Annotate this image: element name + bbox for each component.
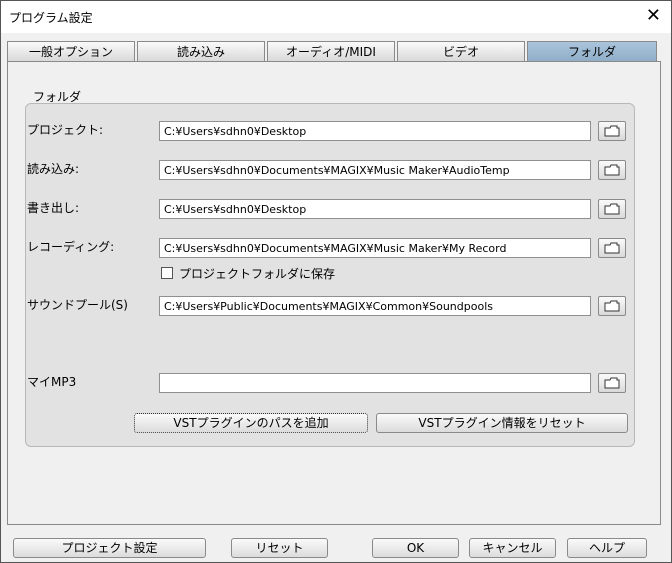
import-folder-label: 読み込み: <box>27 162 80 176</box>
help-button[interactable]: ヘルプ <box>567 538 647 558</box>
my-mp3-folder-label: マイMP3 <box>27 375 77 389</box>
folder-icon <box>604 300 620 312</box>
folder-icon <box>604 125 620 137</box>
save-in-project-folder-checkbox[interactable] <box>161 267 173 279</box>
recording-folder-label: レコーディング: <box>27 240 115 254</box>
import-folder-browse-button[interactable] <box>598 160 626 180</box>
tab-video[interactable]: ビデオ <box>397 41 525 61</box>
import-folder-field[interactable]: C:¥Users¥sdhn0¥Documents¥MAGIX¥Music Mak… <box>159 160 591 180</box>
add-vst-plugin-path-button[interactable]: VSTプラグインのパスを追加 <box>134 413 368 433</box>
tab-audio-midi[interactable]: オーディオ/MIDI <box>267 41 395 61</box>
soundpool-folder-browse-button[interactable] <box>598 296 626 316</box>
cancel-button[interactable]: キャンセル <box>469 538 556 558</box>
save-in-project-folder-label[interactable]: プロジェクトフォルダに保存 <box>179 265 335 282</box>
recording-folder-browse-button[interactable] <box>598 238 626 258</box>
export-folder-field[interactable]: C:¥Users¥sdhn0¥Desktop <box>159 199 591 219</box>
recording-folder-field[interactable]: C:¥Users¥sdhn0¥Documents¥MAGIX¥Music Mak… <box>159 238 591 258</box>
project-folder-label: プロジェクト: <box>27 123 104 137</box>
soundpool-folder-label: サウンドプール(S) <box>27 298 128 312</box>
project-folder-field[interactable]: C:¥Users¥sdhn0¥Desktop <box>159 121 591 141</box>
folder-icon <box>604 164 620 176</box>
dialog-title: プログラム設定 <box>9 11 93 25</box>
export-folder-label: 書き出し: <box>27 201 80 215</box>
tab-import[interactable]: 読み込み <box>137 41 265 61</box>
title-bar: プログラム設定 ✕ <box>1 1 671 33</box>
folder-icon <box>604 242 620 254</box>
my-mp3-folder-browse-button[interactable] <box>598 373 626 393</box>
project-folder-browse-button[interactable] <box>598 121 626 141</box>
project-settings-button[interactable]: プロジェクト設定 <box>13 538 206 558</box>
close-icon[interactable]: ✕ <box>646 5 661 27</box>
tab-general-options[interactable]: 一般オプション <box>7 41 135 61</box>
soundpool-folder-field[interactable]: C:¥Users¥Public¥Documents¥MAGIX¥Common¥S… <box>159 296 591 316</box>
my-mp3-folder-field[interactable] <box>159 373 591 393</box>
export-folder-browse-button[interactable] <box>598 199 626 219</box>
ok-button[interactable]: OK <box>372 538 459 558</box>
folder-icon <box>604 203 620 215</box>
reset-button[interactable]: リセット <box>231 538 328 558</box>
folder-icon <box>604 377 620 389</box>
reset-vst-plugin-info-button[interactable]: VSTプラグイン情報をリセット <box>376 413 628 433</box>
tab-folders[interactable]: フォルダ <box>527 41 657 61</box>
program-settings-dialog: プログラム設定 ✕ 一般オプション 読み込み オーディオ/MIDI ビデオ フォ… <box>0 0 672 563</box>
